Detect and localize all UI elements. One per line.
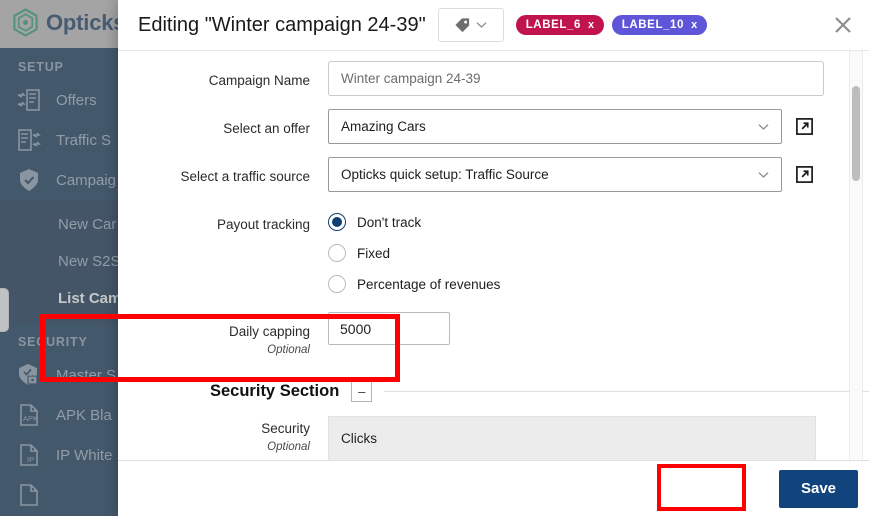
screen: Opticks SETUP Offers Traffic S Campaig N… xyxy=(0,0,869,516)
radio-indicator[interactable] xyxy=(328,213,346,231)
offer-select[interactable]: Amazing Cars xyxy=(328,109,782,144)
security-optional-note: Optional xyxy=(267,441,310,453)
daily-capping-optional-note: Optional xyxy=(267,344,310,356)
label-chip-remove-icon[interactable]: x xyxy=(588,19,595,31)
offer-select-value: Amazing Cars xyxy=(341,119,426,134)
label-chip-text: LABEL_10 xyxy=(621,19,685,31)
traffic-source-select[interactable]: Opticks quick setup: Traffic Source xyxy=(328,157,782,192)
label-chips: LABEL_6 x LABEL_10 x xyxy=(515,15,707,35)
field-security: Security Optional Clicks xyxy=(118,416,869,460)
field-offer: Select an offer Amazing Cars xyxy=(118,109,869,144)
tag-icon xyxy=(455,17,470,32)
label-chip-text: LABEL_6 xyxy=(525,19,582,31)
label-chip[interactable]: LABEL_10 x xyxy=(611,15,707,35)
security-multiselect[interactable]: Clicks xyxy=(328,416,816,460)
close-icon[interactable] xyxy=(830,12,856,38)
modal-title: Editing "Winter campaign 24-39" xyxy=(138,13,426,36)
save-button[interactable]: Save xyxy=(779,469,858,508)
chevron-down-icon xyxy=(476,22,487,28)
modal-footer: Save xyxy=(118,460,869,516)
edit-campaign-modal: Editing "Winter campaign 24-39" LABEL_6 … xyxy=(118,0,869,516)
field-traffic-source: Select a traffic source Opticks quick se… xyxy=(118,157,869,192)
radio-percentage-of-revenues[interactable]: Percentage of revenues xyxy=(328,275,500,293)
field-label: Payout tracking xyxy=(216,217,310,232)
security-section-collapse-button[interactable]: – xyxy=(351,381,373,402)
radio-fixed[interactable]: Fixed xyxy=(328,244,500,262)
field-label: Select a traffic source xyxy=(180,169,310,184)
modal-body: Campaign Name Winter campaign 24-39 Sele… xyxy=(118,51,869,460)
field-campaign-name: Campaign Name Winter campaign 24-39 xyxy=(118,61,869,96)
field-payout-tracking: Payout tracking Don't track Fixed Percen… xyxy=(118,205,869,293)
external-link-icon[interactable] xyxy=(795,117,814,136)
chevron-down-icon xyxy=(758,171,769,178)
external-link-icon[interactable] xyxy=(795,165,814,184)
daily-capping-input[interactable]: 5000 xyxy=(328,312,450,345)
security-section-title: Security Section xyxy=(210,382,340,400)
security-label: Security xyxy=(261,421,310,436)
label-chip[interactable]: LABEL_6 x xyxy=(515,15,604,35)
security-section-header: Security Section – xyxy=(118,381,869,402)
modal-scrollbar-track[interactable] xyxy=(849,51,863,460)
daily-capping-label: Daily capping xyxy=(228,324,310,339)
tag-dropdown-button[interactable] xyxy=(437,8,504,42)
label-chip-remove-icon[interactable]: x xyxy=(691,19,698,31)
field-label: Daily capping Optional xyxy=(118,312,328,359)
modal-header: Editing "Winter campaign 24-39" LABEL_6 … xyxy=(118,0,869,51)
radio-label: Fixed xyxy=(357,245,391,261)
chevron-down-icon xyxy=(758,123,769,130)
radio-indicator[interactable] xyxy=(328,244,346,262)
field-label: Select an offer xyxy=(223,121,310,136)
field-label: Security Optional xyxy=(118,416,328,456)
modal-scrollbar-thumb[interactable] xyxy=(852,86,860,181)
radio-dont-track[interactable]: Don't track xyxy=(328,213,500,231)
payout-tracking-radio-group: Don't track Fixed Percentage of revenues xyxy=(328,205,500,293)
radio-label: Don't track xyxy=(357,214,422,230)
traffic-source-select-value: Opticks quick setup: Traffic Source xyxy=(341,167,549,182)
radio-label: Percentage of revenues xyxy=(357,276,501,292)
field-daily-capping: Daily capping Optional 5000 xyxy=(118,312,869,359)
campaign-name-input[interactable]: Winter campaign 24-39 xyxy=(328,61,824,96)
divider xyxy=(384,391,869,392)
radio-indicator[interactable] xyxy=(328,275,346,293)
field-label: Campaign Name xyxy=(208,73,310,88)
